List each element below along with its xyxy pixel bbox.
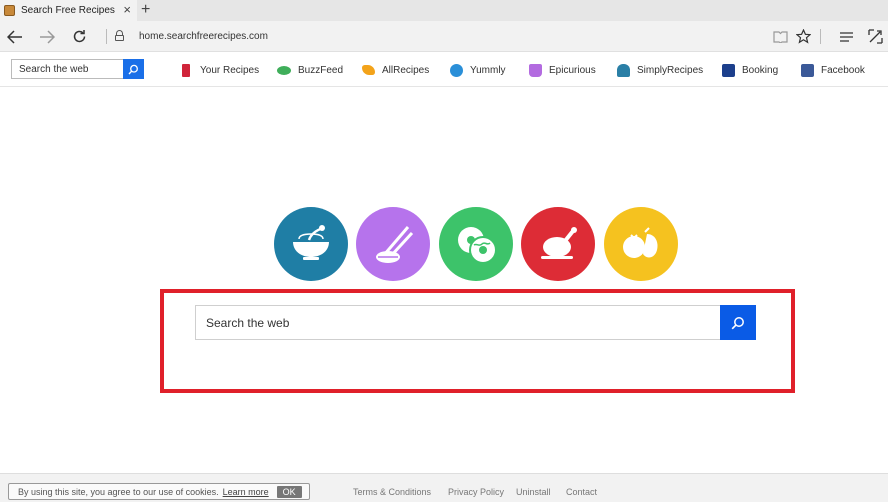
new-tab-icon[interactable]: + [141, 1, 150, 19]
cookie-notice: By using this site, you agree to our use… [8, 483, 310, 500]
refresh-icon[interactable] [64, 21, 94, 52]
toolbar-search-button[interactable] [123, 59, 144, 79]
bookmarks-toolbar: Search the web Your Recipes BuzzFeed All… [0, 53, 888, 87]
bowl-icon [617, 63, 630, 77]
reading-view-icon[interactable] [769, 21, 791, 52]
bowl-icon [293, 225, 329, 260]
hub-icon[interactable] [835, 21, 857, 52]
facebook-icon [801, 63, 814, 77]
toolbar-link-buzzfeed[interactable]: BuzzFeed [277, 60, 343, 80]
pot-icon [529, 63, 542, 77]
category-bowl[interactable] [274, 207, 348, 281]
category-donuts[interactable] [439, 207, 513, 281]
lock-icon [115, 30, 124, 41]
footer-link-terms[interactable]: Terms & Conditions [353, 487, 431, 497]
toolbar-search-input[interactable]: Search the web [11, 59, 123, 79]
search-icon [731, 316, 744, 329]
tab-close-icon[interactable]: × [123, 3, 131, 17]
back-arrow-icon[interactable] [0, 21, 30, 52]
mixer-icon [182, 63, 190, 77]
vegetables-icon [623, 227, 658, 258]
url-field[interactable]: home.searchfreerecipes.com [139, 31, 268, 42]
booking-icon [722, 63, 735, 77]
footer: By using this site, you agree to our use… [0, 473, 888, 502]
buzzfeed-icon [277, 65, 291, 75]
yummly-icon [450, 63, 463, 77]
footer-link-privacy[interactable]: Privacy Policy [448, 487, 504, 497]
tab-strip: Search Free Recipes × + [0, 0, 888, 21]
allrecipes-icon [362, 65, 375, 75]
address-bar: home.searchfreerecipes.com [0, 21, 888, 52]
browser-tab[interactable]: Search Free Recipes × [0, 0, 137, 21]
favorite-star-icon[interactable] [792, 21, 814, 52]
chopsticks-icon [376, 226, 414, 263]
donuts-icon [458, 227, 497, 264]
search-icon [128, 64, 138, 74]
toolbar-link-simplyrecipes[interactable]: SimplyRecipes [617, 60, 703, 80]
main-search-button[interactable] [720, 305, 756, 340]
site-favicon-icon [4, 5, 15, 16]
learn-more-link[interactable]: Learn more [223, 487, 269, 497]
toolbar-link-epicurious[interactable]: Epicurious [529, 60, 596, 80]
category-roast-chicken[interactable] [521, 207, 595, 281]
toolbar-link-allrecipes[interactable]: AllRecipes [362, 60, 429, 80]
toolbar-link-your-recipes[interactable]: Your Recipes [180, 60, 259, 80]
toolbar-link-facebook[interactable]: Facebook [801, 60, 865, 80]
category-vegetables[interactable] [604, 207, 678, 281]
footer-link-contact[interactable]: Contact [566, 487, 597, 497]
web-note-icon[interactable] [864, 21, 886, 52]
roast-chicken-icon [541, 227, 577, 259]
toolbar-link-yummly[interactable]: Yummly [450, 60, 506, 80]
forward-arrow-icon[interactable] [32, 21, 62, 52]
cookie-ok-button[interactable]: OK [276, 485, 302, 498]
tab-title: Search Free Recipes [21, 5, 115, 16]
main-search-input[interactable]: Search the web [195, 305, 721, 340]
toolbar-link-booking[interactable]: Booking [722, 60, 778, 80]
footer-link-uninstall[interactable]: Uninstall [516, 487, 551, 497]
category-chopsticks[interactable] [356, 207, 430, 281]
